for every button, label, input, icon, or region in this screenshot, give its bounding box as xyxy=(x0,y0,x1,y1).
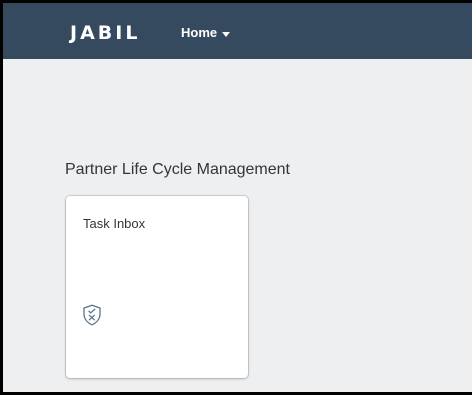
logo-text: JABIL xyxy=(70,22,141,44)
shell-bar: JABIL Home xyxy=(3,3,472,59)
home-menu-button[interactable]: Home xyxy=(181,25,231,41)
caret-down-icon xyxy=(222,31,231,37)
task-inbox-tile[interactable]: Task Inbox xyxy=(66,196,248,378)
company-logo[interactable]: JABIL xyxy=(70,23,140,43)
home-menu-label: Home xyxy=(181,25,218,40)
group-title: Partner Life Cycle Management xyxy=(65,161,290,178)
tile-title: Task Inbox xyxy=(83,216,146,231)
app-frame: JABIL Home Partner Life Cycle Management… xyxy=(0,0,472,395)
shield-check-x-icon xyxy=(83,304,101,326)
